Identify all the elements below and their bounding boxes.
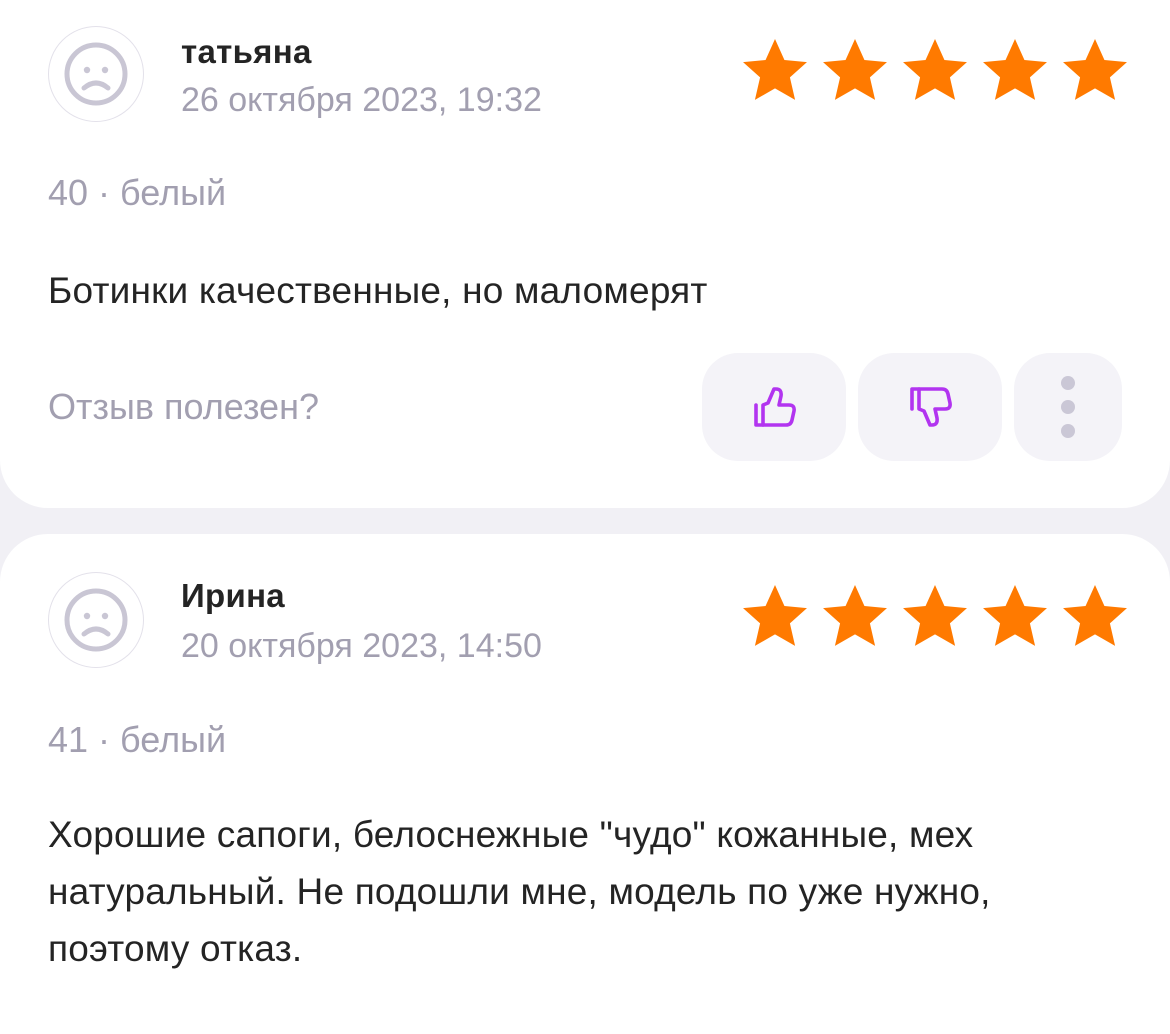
star-icon [823, 39, 887, 100]
avatar [48, 26, 144, 122]
more-options-button[interactable] [1014, 353, 1122, 461]
star-icon [1063, 39, 1127, 100]
author-name: татьяна [181, 33, 312, 70]
size-color-variant: 40 · белый [48, 172, 227, 213]
star-icon [983, 39, 1047, 100]
author-name: Ирина [181, 577, 285, 614]
star-icon [1063, 585, 1127, 646]
helpful-prompt: Отзыв полезен? [48, 386, 319, 427]
dislike-button[interactable] [858, 353, 1002, 461]
review-date: 20 октября 2023, 14:50 [181, 627, 542, 665]
avatar [48, 572, 144, 668]
more-vertical-icon [1061, 376, 1075, 438]
star-icon [903, 585, 967, 646]
star-icon [743, 39, 807, 100]
like-button[interactable] [702, 353, 846, 461]
star-icon [983, 585, 1047, 646]
star-icon [903, 39, 967, 100]
review-card: татьяна 26 октября 2023, 19:32 40 · белы… [0, 0, 1170, 508]
star-icon [823, 585, 887, 646]
size-color-variant: 41 · белый [48, 719, 227, 760]
review-text: Ботинки качественные, но маломерят [48, 270, 708, 311]
thumbs-up-icon [754, 387, 796, 427]
thumbs-down-icon [910, 387, 952, 427]
sad-face-icon [64, 588, 128, 652]
rating-stars [738, 582, 1132, 652]
review-date: 26 октября 2023, 19:32 [181, 81, 542, 119]
review-text: Хорошие сапоги, белоснежные "чудо" кожан… [48, 814, 991, 969]
review-card: Ирина 20 октября 2023, 14:50 41 · белый … [0, 534, 1170, 1034]
star-icon [743, 585, 807, 646]
sad-face-icon [64, 42, 128, 106]
rating-stars [738, 36, 1132, 106]
